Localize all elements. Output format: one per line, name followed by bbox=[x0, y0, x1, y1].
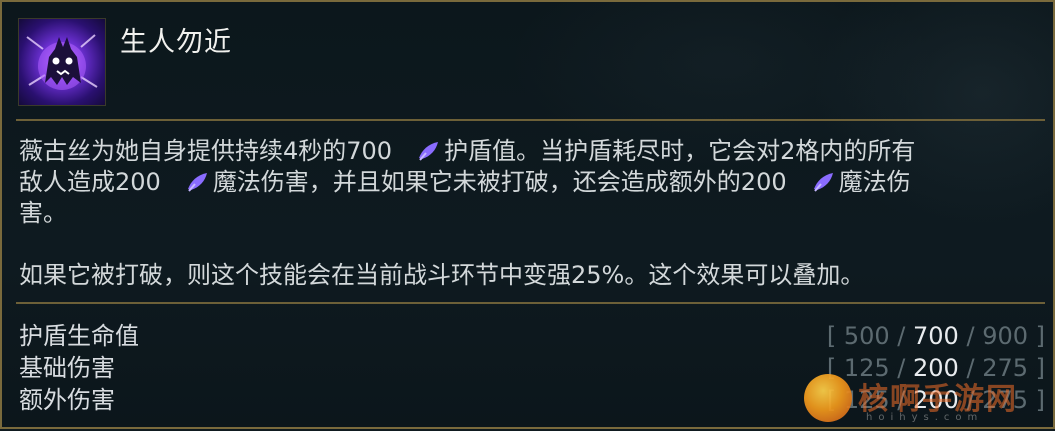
stat-value-rank-2: 200 bbox=[913, 354, 959, 382]
description-para-1: 薇古丝为她自身提供持续4秒的700 护盾值。当护盾耗尽时，它会对2格内的所有 敌人… bbox=[19, 136, 1044, 229]
header-divider bbox=[16, 119, 1045, 121]
stat-value-rank-3: 900 bbox=[982, 322, 1028, 350]
ability-tooltip: 生人勿近 薇古丝为她自身提供持续4秒的700 护盾值。当护盾耗尽时，它会对2格内的… bbox=[0, 0, 1055, 429]
ability-description: 薇古丝为她自身提供持续4秒的700 护盾值。当护盾耗尽时，它会对2格内的所有 敌人… bbox=[19, 136, 1044, 291]
shield-value-icon bbox=[419, 142, 439, 161]
stats-table: 护盾生命值 [ 500 / 700 / 900 ] 基础伤害 [ 125 / 2… bbox=[19, 320, 1045, 416]
stat-value-rank-1: 500 bbox=[843, 322, 890, 350]
stat-values: [ 500 / 700 / 900 ] bbox=[826, 322, 1045, 350]
stat-value-rank-2: 700 bbox=[913, 322, 959, 350]
stat-label: 护盾生命值 bbox=[19, 322, 139, 350]
stat-values: [ 125 / 200 / 275 ] bbox=[826, 354, 1045, 382]
description-para-2: 如果它被打破，则这个技能会在当前战斗环节中变强25%。这个效果可以叠加。 bbox=[19, 261, 865, 289]
magic-damage-icon bbox=[813, 173, 833, 192]
shadow-creature-icon bbox=[26, 34, 98, 90]
desc-text: 敌人造成200 bbox=[19, 168, 161, 196]
desc-text: 薇古丝为她自身提供持续4秒的700 bbox=[19, 137, 393, 165]
stat-label: 额外伤害 bbox=[19, 386, 115, 414]
desc-text: 魔法伤 bbox=[838, 168, 911, 196]
stat-value-rank-1: 125 bbox=[843, 386, 890, 414]
stat-label: 基础伤害 bbox=[19, 354, 115, 382]
ability-name: 生人勿近 bbox=[120, 27, 232, 58]
stat-value-rank-3: 275 bbox=[982, 354, 1028, 382]
stat-values: [ 125 / 200 / 275 ] bbox=[826, 386, 1045, 414]
stat-row-bonus-damage: 额外伤害 [ 125 / 200 / 275 ] bbox=[19, 384, 1045, 416]
stat-row-shield-health: 护盾生命值 [ 500 / 700 / 900 ] bbox=[19, 320, 1045, 352]
desc-text: 护盾值。当护盾耗尽时，它会对2格内的所有 bbox=[444, 137, 916, 165]
stat-value-rank-2: 200 bbox=[913, 386, 959, 414]
stats-divider bbox=[16, 302, 1045, 304]
desc-text: 害。 bbox=[19, 199, 67, 227]
magic-damage-icon bbox=[187, 173, 207, 192]
stat-value-rank-1: 125 bbox=[843, 354, 890, 382]
stat-row-base-damage: 基础伤害 [ 125 / 200 / 275 ] bbox=[19, 352, 1045, 384]
desc-text: 魔法伤害，并且如果它未被打破，还会造成额外的200 bbox=[212, 168, 787, 196]
stat-value-rank-3: 275 bbox=[982, 386, 1028, 414]
ability-icon bbox=[18, 18, 106, 106]
